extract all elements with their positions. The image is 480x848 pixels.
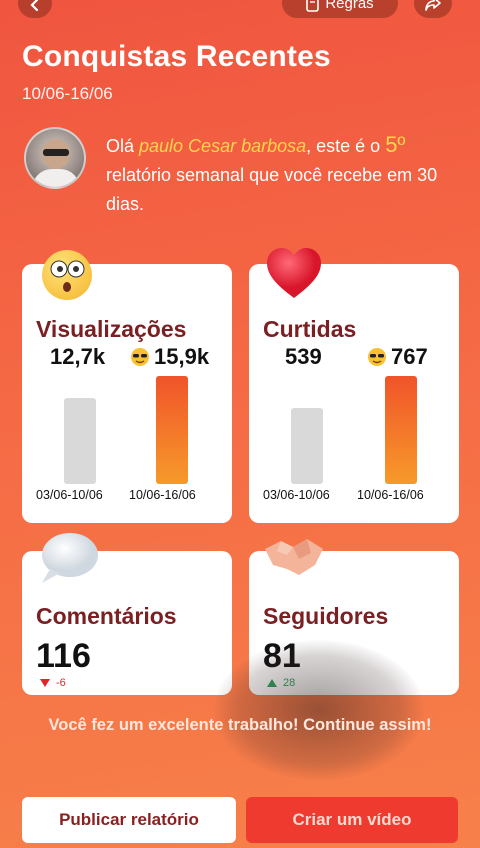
views-current-label: 10/06-16/06 <box>129 488 196 502</box>
followers-delta: 28 <box>267 677 295 689</box>
date-range: 10/06-16/06 <box>22 84 113 103</box>
views-title: Visualizações <box>36 316 187 342</box>
views-previous-bar <box>64 398 96 484</box>
create-video-button[interactable]: Criar um vídeo <box>246 797 458 843</box>
views-current-value: 15,9k <box>154 344 210 369</box>
surprised-face-icon <box>42 250 92 300</box>
likes-title: Curtidas <box>263 316 357 342</box>
rules-button[interactable]: Regras <box>282 0 398 18</box>
views-previous-label: 03/06-10/06 <box>36 488 103 502</box>
rules-label: Regras <box>325 0 374 12</box>
greeting-text: Olá paulo Cesar barbosa, este é o 5º rel… <box>106 132 438 214</box>
triangle-up-icon <box>267 679 277 687</box>
publish-report-button[interactable]: Publicar relatório <box>22 797 236 843</box>
views-card[interactable]: Visualizações 12,7k 15,9k 03/06-10/06 10… <box>22 250 232 523</box>
followers-title: Seguidores <box>263 603 389 629</box>
triangle-down-icon <box>40 679 50 687</box>
likes-previous-label: 03/06-10/06 <box>263 488 330 502</box>
sunglasses-face-icon <box>368 348 386 366</box>
likes-current-bar <box>385 376 417 484</box>
avatar <box>24 127 86 189</box>
share-icon <box>425 0 441 11</box>
speech-bubble-icon <box>38 531 100 590</box>
chevron-left-icon <box>30 0 39 12</box>
likes-current-label: 10/06-16/06 <box>357 488 424 502</box>
encouragement-message: Você fez um excelente trabalho! Continue… <box>48 716 432 734</box>
likes-current-value: 767 <box>391 344 428 369</box>
comments-value: 116 <box>36 637 91 675</box>
views-previous-value: 12,7k <box>50 344 106 369</box>
user-name: paulo Cesar barbosa <box>139 136 307 156</box>
followers-value: 81 <box>263 637 301 675</box>
sunglasses-face-icon <box>131 348 149 366</box>
report-number: 5º <box>385 132 406 157</box>
views-current-bar <box>156 376 188 484</box>
comments-delta: -6 <box>40 677 66 689</box>
handshake-icon <box>263 535 325 584</box>
top-bar: Regras <box>0 0 480 20</box>
share-button[interactable] <box>414 0 452 18</box>
heart-icon <box>265 246 323 307</box>
page-title: Conquistas Recentes <box>22 40 331 73</box>
likes-card[interactable]: Curtidas 539 767 03/06-10/06 10/06-16/06 <box>249 248 459 523</box>
likes-previous-value: 539 <box>285 344 322 369</box>
followers-card[interactable]: Seguidores 81 28 <box>249 539 459 695</box>
likes-previous-bar <box>291 408 323 484</box>
back-button[interactable] <box>18 0 52 18</box>
comments-title: Comentários <box>36 603 177 629</box>
comments-card[interactable]: Comentários 116 -6 <box>22 533 232 695</box>
document-icon <box>306 0 320 12</box>
